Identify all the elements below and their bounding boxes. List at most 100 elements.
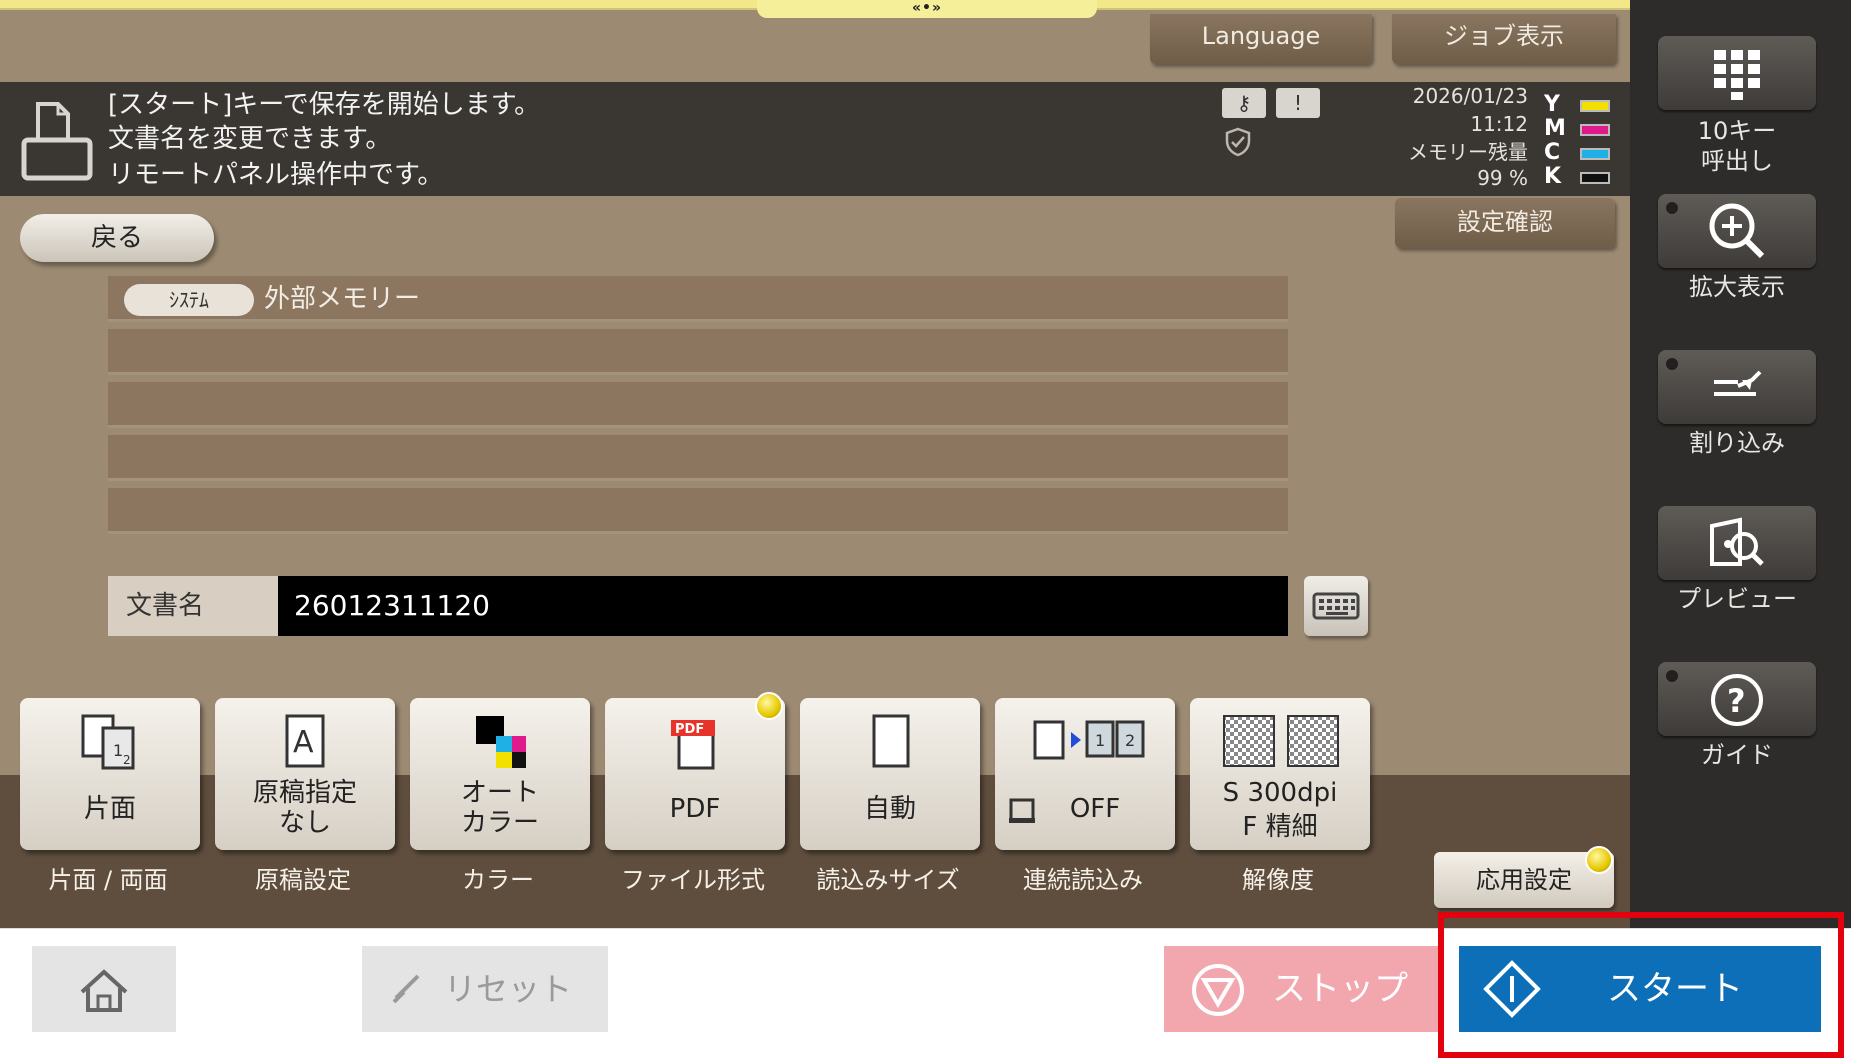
indicator-dot — [1666, 358, 1678, 370]
svg-text:A: A — [293, 725, 314, 760]
list-item[interactable] — [108, 382, 1288, 428]
paper-icon — [872, 714, 910, 768]
memory-value: 99 % — [1477, 166, 1528, 190]
toner-letter-c: C — [1544, 140, 1561, 165]
toner-bar-m — [1580, 124, 1610, 136]
indicator-dot — [1666, 670, 1678, 682]
memory-label: メモリー残量 — [1408, 140, 1528, 164]
security-shield-icon — [1225, 127, 1251, 157]
scan-size-value: 自動 — [863, 794, 916, 824]
file-format-value: PDF — [669, 794, 721, 824]
tenkey-label-1: 10キー — [1697, 117, 1777, 145]
tenkey-button[interactable] — [1658, 36, 1816, 110]
document-name-field[interactable]: 26012311120 — [278, 576, 1288, 636]
apply-indicator-dot — [1585, 846, 1613, 874]
interrupt-label: 割り込み — [1689, 429, 1785, 457]
start-button[interactable]: スタート — [1459, 946, 1821, 1032]
color-caption: カラー — [462, 866, 534, 894]
color-value-1: オート — [460, 778, 539, 808]
language-button[interactable]: Language — [1150, 14, 1372, 64]
list-item[interactable] — [108, 488, 1288, 534]
list-item[interactable]: ｼｽﾃﾑ 外部メモリー — [108, 276, 1288, 322]
zoom-in-icon — [1709, 203, 1765, 259]
status-message-1: [スタート]キーで保存を開始します。 — [108, 90, 541, 120]
color-value-2: カラー — [460, 808, 539, 838]
control-panel-screen: «•» Language ジョブ表示 [スタート]キーで保存を開始します。 文書… — [0, 0, 1851, 1060]
original-value-1: 原稿指定 — [252, 778, 357, 808]
duplex-button[interactable]: 1 2 片面 — [20, 698, 200, 850]
file-format-caption: ファイル形式 — [621, 866, 765, 894]
start-icon — [1483, 960, 1541, 1018]
reset-button[interactable]: リセット — [362, 946, 608, 1032]
panel-handle[interactable]: «•» — [757, 0, 1097, 18]
start-label: スタート — [1607, 969, 1743, 1009]
original-settings-button[interactable]: A 原稿指定 なし — [215, 698, 395, 850]
resolution-value-2: F 精細 — [1242, 812, 1318, 842]
scan-document-icon — [21, 102, 93, 181]
keyboard-icon — [1312, 592, 1360, 620]
home-icon — [80, 969, 128, 1012]
help-icon: ? — [1711, 674, 1763, 726]
original-value-2: なし — [278, 808, 331, 838]
duplex-value: 片面 — [83, 794, 136, 824]
zoom-button[interactable] — [1658, 194, 1816, 268]
back-button[interactable]: 戻る — [20, 214, 214, 262]
document-name-label: 文書名 — [108, 576, 278, 636]
svg-text:?: ? — [1727, 682, 1746, 720]
toner-bar-y — [1580, 100, 1610, 112]
continuous-scan-button[interactable]: 1 2 OFF — [995, 698, 1175, 850]
date-text: 2026/01/23 — [1412, 84, 1528, 108]
indicator-dot — [1666, 202, 1678, 214]
resolution-value-1: S 300dpi — [1222, 778, 1338, 808]
continuous-scan-icon: 1 2 — [1033, 720, 1145, 760]
svg-text:1: 1 — [113, 741, 123, 760]
folder-path: 外部メモリー — [264, 284, 421, 314]
pdf-file-icon: PDF — [671, 720, 715, 770]
zoom-label: 拡大表示 — [1689, 273, 1785, 301]
time-text: 11:12 — [1470, 112, 1528, 136]
list-item[interactable] — [108, 329, 1288, 375]
list-item[interactable] — [108, 435, 1288, 481]
resolution-button[interactable]: S 300dpi F 精細 — [1190, 698, 1370, 850]
scan-size-button[interactable]: 自動 — [800, 698, 980, 850]
system-badge: ｼｽﾃﾑ — [124, 284, 254, 316]
color-button[interactable]: オート カラー — [410, 698, 590, 850]
continuous-scan-value: OFF — [1069, 794, 1121, 824]
tenkey-label-2: 呼出し — [1701, 147, 1773, 175]
toner-bar-k — [1580, 172, 1610, 184]
original-caption: 原稿設定 — [255, 866, 351, 894]
pdf-badge-text: PDF — [675, 722, 704, 737]
interrupt-button[interactable] — [1658, 350, 1816, 424]
stop-label: ストップ — [1272, 969, 1408, 1009]
svg-text:2: 2 — [123, 753, 131, 767]
reset-slash-icon — [392, 974, 420, 1004]
toner-bar-c — [1580, 148, 1610, 160]
keyboard-button[interactable] — [1304, 576, 1368, 636]
auto-color-icon — [476, 716, 526, 768]
continuous-scan-caption: 連続読込み — [1023, 866, 1143, 894]
resolution-icon — [1223, 715, 1339, 767]
stop-button[interactable]: ストップ — [1164, 946, 1440, 1032]
toner-letter-y: Y — [1544, 92, 1560, 117]
home-button[interactable] — [32, 946, 176, 1032]
preview-label: プレビュー — [1677, 585, 1797, 613]
scan-size-caption: 読込みサイズ — [816, 866, 960, 894]
status-message-2: 文書名を変更できます。 — [108, 124, 392, 154]
alert-icon: ! — [1276, 88, 1320, 118]
changed-indicator-dot — [755, 692, 783, 720]
toner-letter-k: K — [1544, 164, 1562, 189]
guide-button[interactable]: ? — [1658, 662, 1816, 736]
original-document-icon: A — [285, 714, 325, 768]
status-message-3: リモートパネル操作中です。 — [108, 160, 444, 190]
usb-icon: ⚷ — [1222, 88, 1266, 118]
stop-icon — [1192, 964, 1244, 1016]
svg-text:1: 1 — [1095, 731, 1105, 750]
file-format-button[interactable]: PDF PDF — [605, 698, 785, 850]
tenkey-grid-icon — [1714, 50, 1760, 100]
settings-confirm-button[interactable]: 設定確認 — [1395, 198, 1615, 248]
svg-text:2: 2 — [1125, 731, 1135, 750]
toner-letter-m: M — [1544, 116, 1566, 141]
preview-button[interactable] — [1658, 506, 1816, 580]
interrupt-icon — [1714, 370, 1762, 396]
job-display-button[interactable]: ジョブ表示 — [1392, 14, 1616, 64]
